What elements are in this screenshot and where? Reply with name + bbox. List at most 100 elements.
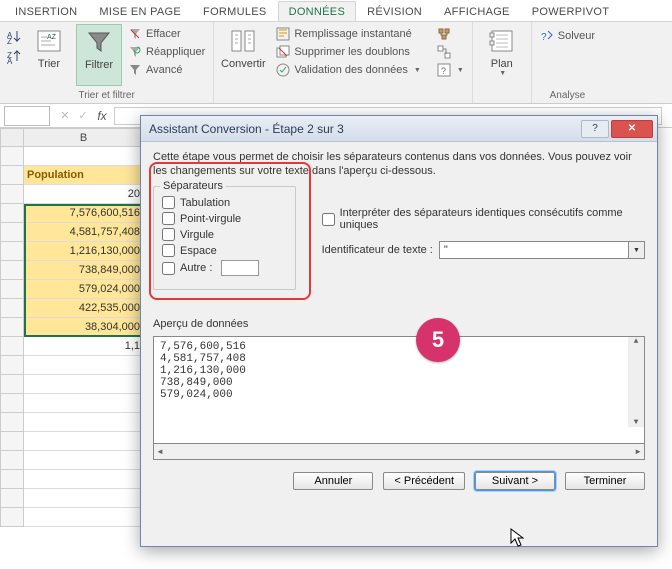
flash-fill-icon (276, 27, 290, 41)
sort-desc-icon[interactable]: ZA (6, 48, 22, 67)
remove-duplicates-button[interactable]: Supprimer les doublons (274, 44, 423, 60)
preview-line: 4,581,757,408 (160, 353, 246, 365)
close-button[interactable]: ✕ (611, 120, 653, 138)
clear-filter-button[interactable]: Effacer (126, 26, 207, 42)
next-button[interactable]: Suivant > (475, 472, 555, 490)
clear-icon (128, 27, 142, 41)
svg-text:Z: Z (7, 37, 12, 44)
cells[interactable]: Population▼ 20 7,576,600,516 4,581,757,4… (24, 147, 144, 527)
help-button[interactable]: ? (581, 120, 609, 138)
chevron-down-icon: ▼ (499, 70, 506, 77)
reapply-button[interactable]: Réappliquer (126, 44, 207, 60)
advanced-icon (128, 63, 142, 77)
column-data-header: Population▼ (24, 166, 144, 185)
table-row[interactable]: 38,304,000 (24, 318, 144, 337)
svg-text:AZ: AZ (47, 34, 57, 41)
preview-line: 1,216,130,000 (160, 365, 246, 377)
text-qualifier-select[interactable]: " ▼ (439, 241, 645, 259)
outline-button[interactable]: Plan ▼ (479, 24, 525, 86)
row-headers[interactable] (0, 147, 24, 527)
consecutive-separators-checkbox[interactable]: Interpréter des séparateurs identiques c… (322, 207, 645, 231)
chevron-down-icon: ▼ (628, 242, 644, 258)
relationships-button[interactable] (435, 44, 466, 60)
preview-line: 579,024,000 (160, 389, 233, 401)
column-header-b[interactable]: B (24, 128, 144, 147)
dialog-titlebar[interactable]: Assistant Conversion - Étape 2 sur 3 ? ✕ (141, 116, 657, 142)
tab-powerpivot[interactable]: POWERPIVOT (521, 1, 621, 21)
relationships-icon (437, 45, 451, 59)
data-preview: 7,576,600,516 4,581,757,408 1,216,130,00… (153, 336, 645, 444)
dedup-icon (276, 45, 290, 59)
ribbon-group-analysis: ? Solveur Analyse (532, 22, 603, 103)
cancel-formula-icon[interactable]: ✕ (58, 109, 72, 122)
preview-vertical-scrollbar[interactable]: ▲▼ (628, 337, 644, 427)
preview-horizontal-scrollbar[interactable]: ◄► (153, 444, 645, 460)
name-box[interactable] (4, 106, 50, 126)
separator-other-input[interactable] (221, 260, 259, 276)
table-row[interactable]: 7,576,600,516 (24, 204, 144, 223)
tab-insertion[interactable]: INSERTION (4, 1, 88, 21)
chevron-down-icon: ▼ (457, 67, 464, 74)
ribbon-group-data-tools: Convertir Remplissage instantané Supprim… (214, 22, 472, 103)
separator-tab-checkbox[interactable]: Tabulation (162, 196, 287, 209)
whatif-button[interactable]: ?▼ (435, 62, 466, 78)
filter-button[interactable]: Filtrer (76, 24, 122, 86)
svg-text:?: ? (441, 66, 446, 76)
finish-button[interactable]: Terminer (565, 472, 645, 490)
ribbon-tabs: INSERTION MISE EN PAGE FORMULES DONNÉES … (0, 0, 672, 22)
table-row[interactable]: 4,581,757,408 (24, 223, 144, 242)
fx-icon[interactable]: fx (94, 109, 110, 123)
solver-button[interactable]: ? Solveur (538, 28, 597, 44)
consolidate-icon (437, 27, 451, 41)
flash-fill-button[interactable]: Remplissage instantané (274, 26, 423, 42)
enter-formula-icon[interactable]: ✓ (76, 109, 90, 122)
text-qualifier-label: Identificateur de texte : (322, 244, 433, 256)
select-all-corner[interactable] (0, 128, 24, 147)
svg-text:A: A (7, 57, 13, 64)
preview-line: 7,576,600,516 (160, 341, 246, 353)
separator-comma-checkbox[interactable]: Virgule (162, 228, 287, 241)
ribbon-group-outline: Plan ▼ (473, 22, 532, 103)
preview-label: Aperçu de données (153, 318, 645, 330)
annotation-step-badge: 5 (416, 318, 460, 362)
consolidate-button[interactable] (435, 26, 466, 42)
chevron-down-icon: ▼ (414, 67, 421, 74)
table-row[interactable]: 422,535,000 (24, 299, 144, 318)
sort-button[interactable]: AZ Trier (26, 24, 72, 86)
outline-icon (487, 26, 517, 56)
table-row[interactable]: 1,1 (24, 337, 144, 356)
separators-group: Séparateurs Tabulation Point-virgule Vir… (153, 186, 296, 290)
separator-semicolon-checkbox[interactable]: Point-virgule (162, 212, 287, 225)
preview-line: 738,849,000 (160, 377, 233, 389)
advanced-filter-button[interactable]: Avancé (126, 62, 207, 78)
data-validation-button[interactable]: Validation des données▼ (274, 62, 423, 78)
separator-space-checkbox[interactable]: Espace (162, 244, 287, 257)
sort-icon: AZ (34, 26, 64, 56)
table-row[interactable]: 738,849,000 (24, 261, 144, 280)
back-button[interactable]: < Précédent (383, 472, 465, 490)
text-to-columns-wizard-dialog: Assistant Conversion - Étape 2 sur 3 ? ✕… (140, 115, 658, 547)
tab-formules[interactable]: FORMULES (192, 1, 278, 21)
sort-asc-icon[interactable]: AZ (6, 28, 22, 47)
solver-icon: ? (540, 29, 554, 43)
filter-icon (84, 27, 114, 57)
svg-text:?: ? (541, 32, 547, 43)
cancel-button[interactable]: Annuler (293, 472, 373, 490)
separators-legend: Séparateurs (160, 180, 226, 192)
validation-icon (276, 63, 290, 77)
reapply-icon (128, 45, 142, 59)
whatif-icon: ? (437, 63, 451, 77)
dialog-description: Cette étape vous permet de choisir les s… (153, 150, 645, 178)
table-row[interactable]: 1,216,130,000 (24, 242, 144, 261)
table-row[interactable]: 579,024,000 (24, 280, 144, 299)
tab-mise-en-page[interactable]: MISE EN PAGE (88, 1, 192, 21)
tab-affichage[interactable]: AFFICHAGE (433, 1, 521, 21)
separator-other-checkbox[interactable]: Autre : (162, 260, 287, 276)
tab-revision[interactable]: RÉVISION (356, 1, 433, 21)
table-row[interactable]: 20 (24, 185, 144, 204)
ribbon-body: AZ ZA AZ Trier Filtrer Effacer R (0, 22, 672, 104)
ribbon-group-sort-filter: AZ ZA AZ Trier Filtrer Effacer R (0, 22, 214, 103)
tab-donnees[interactable]: DONNÉES (278, 1, 357, 21)
text-to-columns-button[interactable]: Convertir (220, 24, 266, 86)
convert-icon (228, 26, 258, 56)
